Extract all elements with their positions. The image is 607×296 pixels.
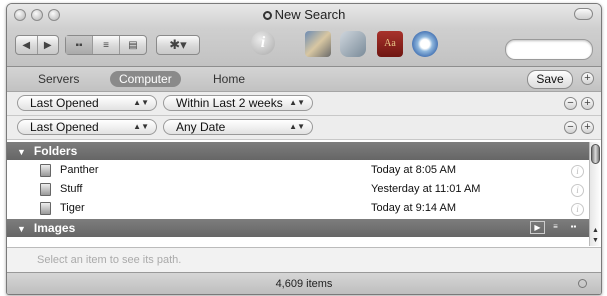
folder-icon: [40, 164, 51, 177]
result-name: Stuff: [60, 183, 83, 195]
criteria-row: Last Opened ▲▼ Any Date ▲▼ − +: [7, 116, 601, 140]
play-icon: ▶: [534, 223, 541, 232]
popup-arrows-icon: ▲▼: [289, 122, 305, 131]
popup-arrows-icon: ▲▼: [289, 98, 305, 107]
criteria-row: Last Opened ▲▼ Within Last 2 weeks ▲▼ − +: [7, 92, 601, 116]
list-view-icon: ≡: [103, 39, 109, 51]
criteria-value-popup[interactable]: Within Last 2 weeks ▲▼: [163, 95, 313, 111]
result-date: Today at 9:14 AM: [371, 202, 456, 214]
search-scope-bar: Servers Computer Home Save +: [7, 67, 601, 92]
popup-arrows-icon: ▲▼: [133, 98, 149, 107]
magnifier-icon: [262, 11, 272, 20]
scrollbar-thumb[interactable]: [591, 144, 600, 164]
list-view-icon: ≡: [553, 222, 558, 231]
add-criteria-button[interactable]: +: [581, 97, 594, 110]
save-search-button[interactable]: Save: [527, 70, 573, 89]
remove-criteria-button[interactable]: −: [564, 97, 577, 110]
disclosure-triangle-icon[interactable]: ▼: [17, 143, 26, 161]
result-date: Today at 8:05 AM: [371, 164, 456, 176]
back-button[interactable]: ◀: [16, 36, 38, 54]
back-forward-buttons: ◀ ▶: [15, 35, 59, 55]
info-icon[interactable]: i: [571, 165, 584, 178]
results-group-header-images[interactable]: ▼ Images ▶ ≡ ▪▪: [7, 219, 589, 237]
criteria-value-popup[interactable]: Any Date ▲▼: [163, 119, 313, 135]
result-name: Panther: [60, 164, 99, 176]
path-bar-placeholder: Select an item to see its path.: [37, 254, 182, 266]
scroll-down-arrow-icon[interactable]: ▼: [592, 237, 599, 244]
scope-home[interactable]: Home: [204, 71, 254, 87]
add-criteria-button[interactable]: +: [581, 121, 594, 134]
forward-button[interactable]: ▶: [38, 36, 59, 54]
back-icon: ◀: [22, 39, 31, 51]
image-capture-app-icon[interactable]: [305, 31, 331, 57]
finder-search-window: New Search ◀ ▶ ▪▪ ≡ ▤ ✱▾ i Aa Servers Co…: [6, 3, 602, 295]
items-count: 4,609 items: [275, 278, 333, 290]
popup-arrows-icon: ▲▼: [133, 122, 149, 131]
window-title: New Search: [7, 7, 601, 22]
group-list-view-button[interactable]: ≡: [548, 221, 563, 234]
scope-servers[interactable]: Servers: [29, 71, 88, 87]
result-row[interactable]: Panther Today at 8:05 AM i: [7, 161, 589, 180]
status-bar: 4,609 items: [7, 272, 601, 294]
scroll-up-arrow-icon[interactable]: ▲: [592, 227, 599, 234]
info-icon[interactable]: i: [571, 203, 584, 216]
progress-spinner-icon: [578, 279, 587, 288]
disclosure-triangle-icon[interactable]: ▼: [17, 220, 26, 238]
slideshow-button[interactable]: ▶: [530, 221, 545, 234]
icon-view-button[interactable]: ▪▪: [66, 36, 93, 54]
result-row[interactable]: Stuff Yesterday at 11:01 AM i: [7, 180, 589, 199]
column-view-icon: ▤: [128, 39, 138, 51]
criteria-attribute-popup[interactable]: Last Opened ▲▼: [17, 95, 157, 111]
search-field[interactable]: [505, 39, 593, 60]
result-date: Yesterday at 11:01 AM: [371, 183, 481, 195]
forward-icon: ▶: [43, 39, 52, 51]
folder-icon: [40, 202, 51, 215]
remove-criteria-button[interactable]: −: [564, 121, 577, 134]
results-group-header-folders[interactable]: ▼ Folders: [7, 142, 589, 160]
result-name: Tiger: [60, 202, 85, 214]
add-criteria-button[interactable]: +: [581, 72, 594, 85]
list-view-button[interactable]: ≡: [93, 36, 120, 54]
path-bar: Select an item to see its path.: [7, 247, 601, 272]
folder-icon: [40, 183, 51, 196]
icon-view-icon: ▪▪: [75, 39, 83, 51]
toolbar-toggle-button[interactable]: [574, 8, 593, 20]
safari-app-icon[interactable]: [412, 31, 438, 57]
column-view-button[interactable]: ▤: [120, 36, 146, 54]
criteria-attribute-popup[interactable]: Last Opened ▲▼: [17, 119, 157, 135]
dictionary-app-icon[interactable]: Aa: [377, 31, 403, 57]
view-mode-buttons: ▪▪ ≡ ▤: [65, 35, 147, 55]
action-menu-button[interactable]: ✱▾: [156, 35, 200, 55]
window-title-text: New Search: [274, 7, 346, 22]
info-icon[interactable]: i: [251, 31, 275, 55]
info-icon[interactable]: i: [571, 184, 584, 197]
results-scrollbar[interactable]: ▲ ▼: [589, 142, 601, 246]
action-gear-icon: ✱▾: [169, 37, 187, 52]
result-row[interactable]: Tiger Today at 9:14 AM i: [7, 199, 589, 218]
icon-view-icon: ▪▪: [570, 222, 577, 231]
scope-computer[interactable]: Computer: [110, 71, 181, 87]
window-toolbar: New Search ◀ ▶ ▪▪ ≡ ▤ ✱▾ i Aa: [7, 4, 601, 67]
group-icon-view-button[interactable]: ▪▪: [566, 221, 581, 234]
preview-app-icon[interactable]: [340, 31, 366, 57]
